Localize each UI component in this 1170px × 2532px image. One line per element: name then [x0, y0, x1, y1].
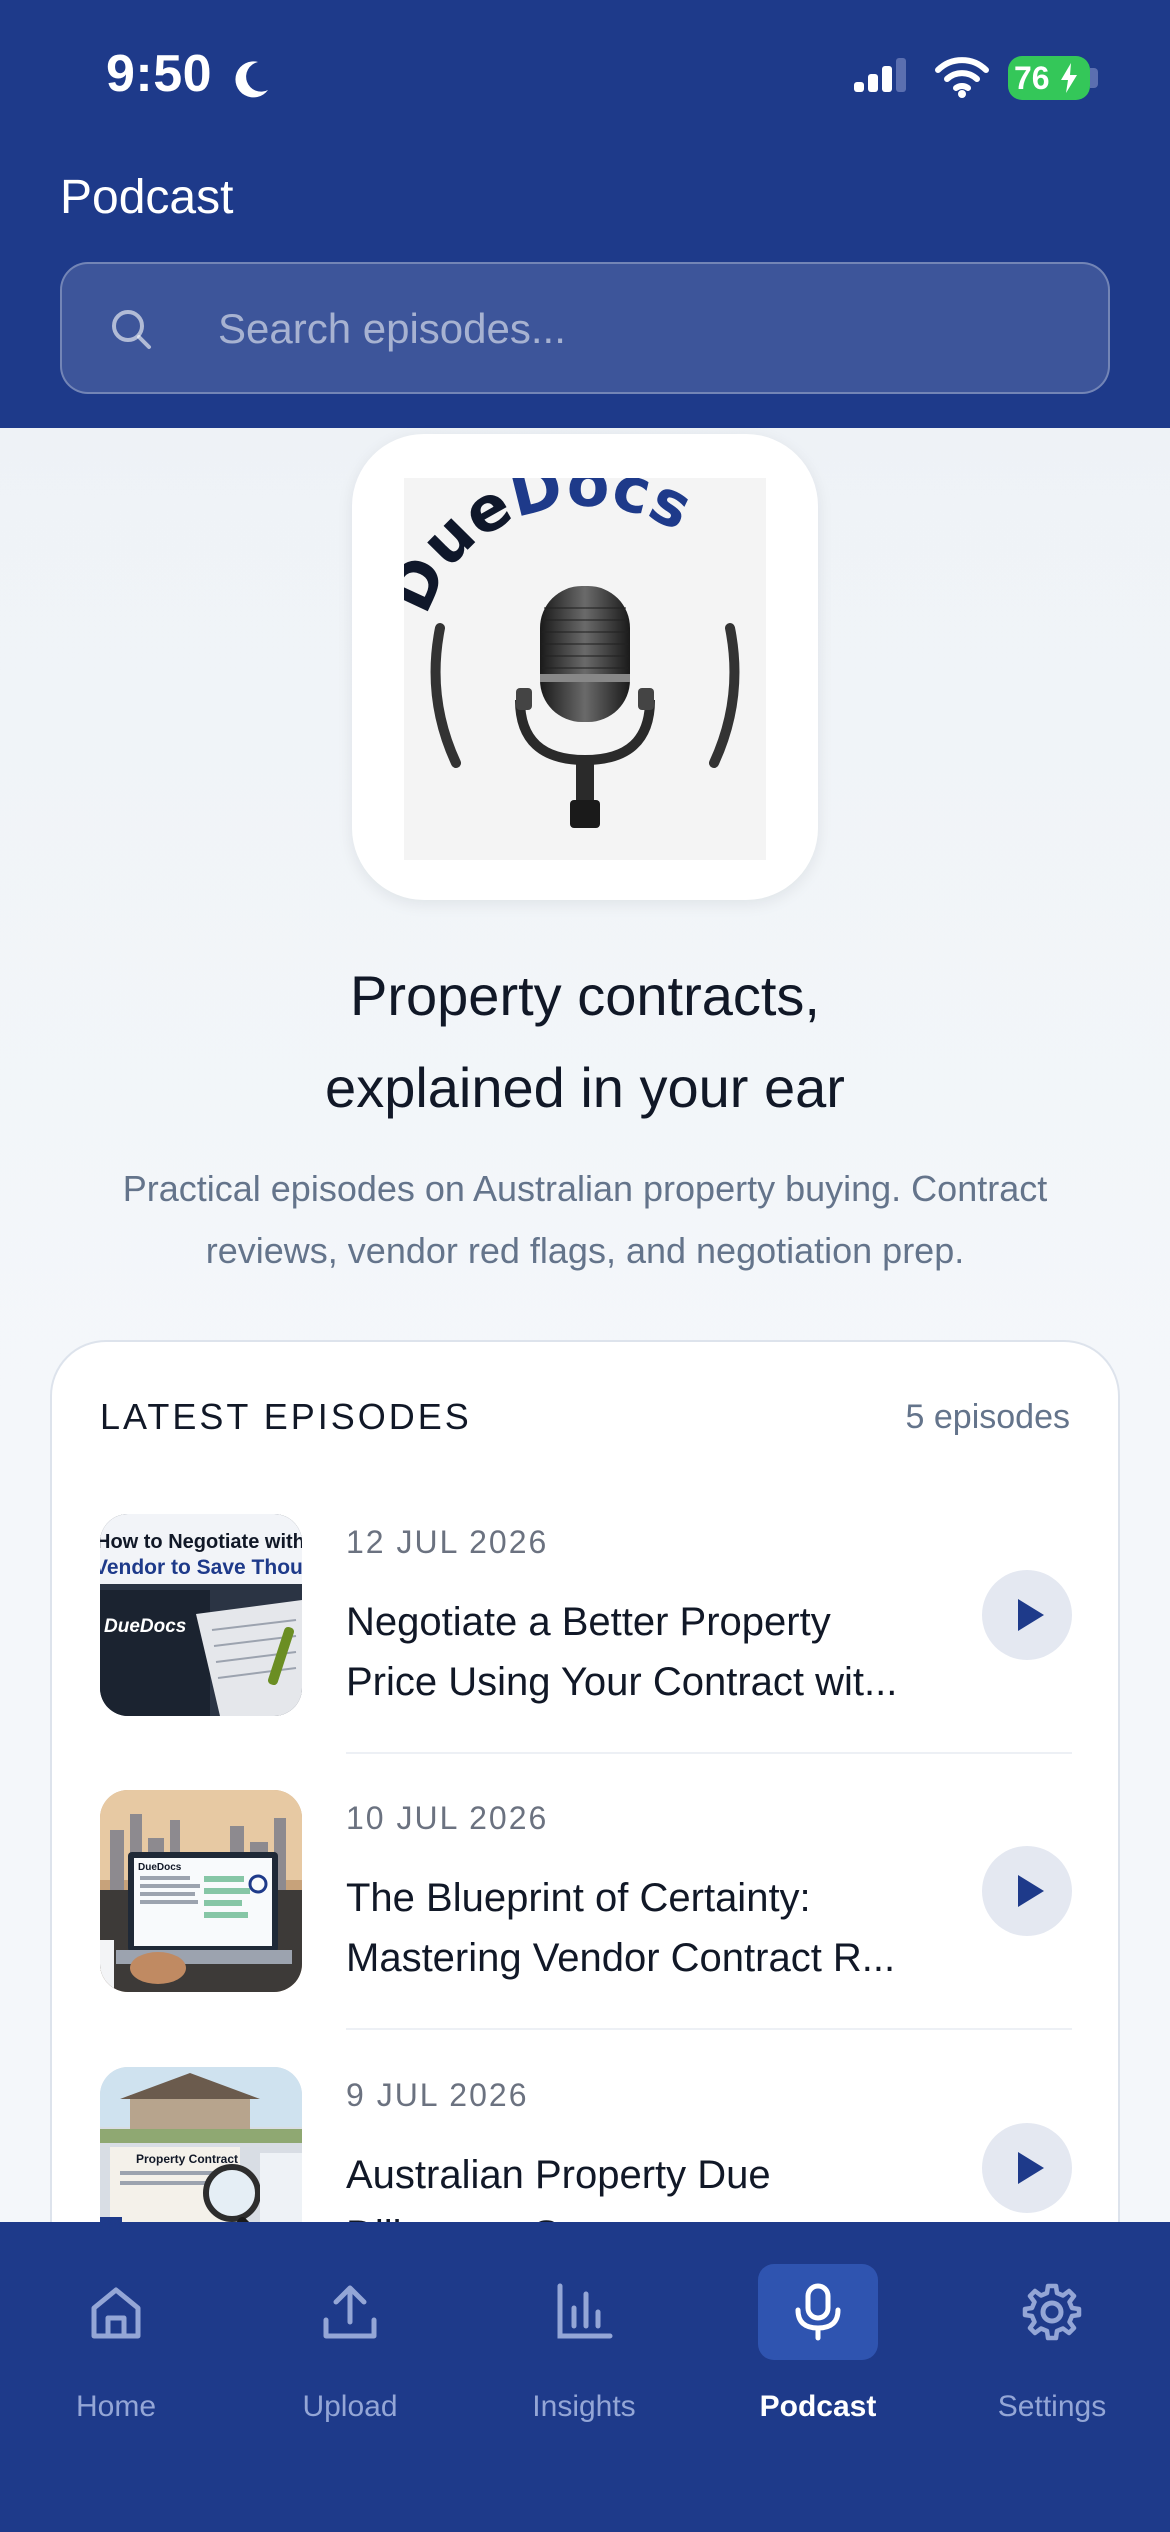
search-bar[interactable] — [60, 262, 1110, 394]
play-button[interactable] — [982, 1846, 1072, 1936]
active-tab-highlight — [758, 2264, 878, 2360]
nav-item-upload[interactable]: Upload — [260, 2264, 440, 2434]
microphone-icon — [795, 2283, 841, 2341]
episode-title[interactable]: Negotiate a Better Property Price Using … — [346, 1592, 926, 1712]
episode-title[interactable]: The Blueprint of Certainty: Mastering Ve… — [346, 1868, 926, 1988]
hero-title-line2: explained in your ear — [325, 1056, 845, 1119]
svg-text:DueDocs: DueDocs — [104, 1616, 186, 1637]
nav-label-upload: Upload — [302, 2390, 398, 2423]
home-icon — [91, 2287, 141, 2339]
hero-title-line1: Property contracts, — [350, 964, 820, 1027]
divider — [346, 2028, 1072, 2030]
microphone-logo-icon: DueDocs — [373, 447, 740, 828]
wifi-icon — [935, 57, 989, 98]
episode-row[interactable]: DueDocs 10 JUL 2026 The Blueprint of Cer… — [100, 1790, 1072, 2066]
episode-thumbnail: How to Negotiate with Vendor to Save Tho… — [100, 1514, 302, 1716]
episode-row[interactable]: How to Negotiate with Vendor to Save Tho… — [100, 1514, 1072, 1790]
play-icon — [1018, 1875, 1044, 1907]
svg-text:Vendor to Save Thousands: Vendor to Save Thousands — [100, 1556, 302, 1579]
divider — [346, 1752, 1072, 1754]
svg-text:Property Contract: Property Contract — [136, 2152, 238, 2166]
search-icon — [112, 310, 151, 349]
podcast-logo: DueDocs — [373, 447, 766, 860]
episodes-count: 5 episodes — [905, 1398, 1070, 1436]
bottom-navigation: Home Upload Insights Podcast Settings — [0, 2222, 1170, 2532]
battery-tip — [1090, 68, 1098, 88]
nav-item-podcast[interactable]: Podcast — [728, 2264, 908, 2434]
play-icon — [1018, 1599, 1044, 1631]
episode-date: 10 JUL 2026 — [346, 1800, 549, 1836]
hero-description: Practical episodes on Australian propert… — [122, 1168, 1048, 1271]
search-input[interactable] — [218, 294, 1078, 364]
status-bar: 9:50 76 — [0, 0, 1170, 150]
nav-item-insights[interactable]: Insights — [494, 2264, 674, 2434]
episode-thumbnail: DueDocs — [100, 1790, 302, 1992]
episode-date: 9 JUL 2026 — [346, 2077, 529, 2113]
cellular-signal-icon — [854, 58, 906, 92]
svg-text:DueDocs: DueDocs — [138, 1862, 182, 1873]
bar-chart-icon — [557, 2283, 613, 2339]
nav-label-insights: Insights — [532, 2390, 636, 2423]
app-header: 9:50 76 Podcast — [0, 0, 1170, 428]
episodes-heading: LATEST EPISODES — [100, 1396, 472, 1437]
gear-icon — [1022, 2283, 1082, 2341]
charging-bolt-icon — [1061, 63, 1077, 93]
moon-icon — [235, 61, 268, 98]
status-time: 9:50 — [106, 45, 213, 103]
nav-label-settings: Settings — [997, 2390, 1107, 2423]
podcast-logo-card: DueDocs — [352, 434, 818, 900]
svg-text:How to Negotiate with: How to Negotiate with — [100, 1531, 302, 1553]
play-button[interactable] — [982, 1570, 1072, 1660]
play-icon — [1018, 2152, 1044, 2184]
upload-icon — [323, 2285, 377, 2339]
nav-label-home: Home — [75, 2390, 157, 2423]
play-button[interactable] — [982, 2123, 1072, 2213]
nav-label-podcast: Podcast — [759, 2390, 877, 2423]
episode-date: 12 JUL 2026 — [346, 1524, 549, 1560]
nav-item-home[interactable]: Home — [26, 2264, 206, 2434]
battery-level: 76 — [1014, 59, 1050, 96]
hero-title: Property contracts, explained in your ea… — [0, 950, 1170, 1134]
page-title: Podcast — [60, 171, 234, 224]
nav-item-settings[interactable]: Settings — [962, 2264, 1142, 2434]
